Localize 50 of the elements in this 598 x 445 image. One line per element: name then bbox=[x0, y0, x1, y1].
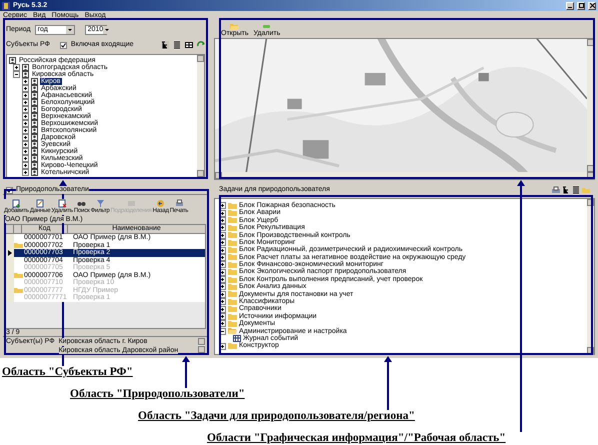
callout-label: Области "Графическая информация"/"Рабочая область" bbox=[207, 432, 506, 444]
caret-icon bbox=[66, 26, 74, 34]
table-icon bbox=[233, 335, 241, 342]
add-document-icon bbox=[12, 198, 21, 208]
expand-icon[interactable] bbox=[22, 85, 29, 92]
collapse-icon[interactable] bbox=[13, 71, 20, 78]
expand-icon[interactable] bbox=[22, 148, 29, 155]
refresh-icon[interactable] bbox=[197, 41, 205, 49]
list-icon[interactable] bbox=[572, 186, 580, 194]
back-arrow-icon bbox=[156, 198, 166, 208]
expand-icon[interactable] bbox=[13, 64, 20, 71]
expand-icon[interactable] bbox=[22, 78, 29, 85]
printer-icon bbox=[174, 198, 184, 208]
tree-icon[interactable] bbox=[161, 41, 169, 49]
row-pointer-icon bbox=[8, 250, 12, 256]
check-icon bbox=[7, 188, 12, 192]
funnel-icon bbox=[96, 198, 105, 208]
edit-document-icon bbox=[36, 198, 45, 208]
expand-icon[interactable] bbox=[22, 99, 29, 106]
check-icon bbox=[60, 42, 66, 48]
expand-icon[interactable] bbox=[22, 92, 29, 99]
grid-icon[interactable] bbox=[185, 41, 193, 49]
checkbox[interactable] bbox=[60, 42, 67, 48]
close-button[interactable] bbox=[588, 2, 596, 10]
scrollbar[interactable] bbox=[197, 55, 204, 177]
minimize-button[interactable] bbox=[566, 2, 574, 10]
expand-icon[interactable] bbox=[22, 113, 29, 120]
printer-icon[interactable] bbox=[552, 186, 560, 194]
callout-arrow bbox=[182, 356, 190, 388]
delete-document-icon bbox=[58, 198, 67, 208]
app-icon bbox=[2, 2, 10, 10]
expand-icon[interactable] bbox=[22, 127, 29, 134]
callout-label: Область "Субъекты РФ" bbox=[2, 366, 133, 378]
maximize-button[interactable] bbox=[577, 2, 585, 10]
expand-icon[interactable] bbox=[22, 120, 29, 127]
expand-icon[interactable] bbox=[22, 141, 29, 148]
callout-arrow bbox=[384, 356, 392, 410]
tree-icon[interactable] bbox=[562, 186, 570, 194]
callout-label: Область "Задачи для природопользователя/региона" bbox=[138, 410, 415, 422]
close-icon bbox=[590, 3, 594, 8]
expand-icon[interactable] bbox=[22, 169, 29, 176]
scrollbar[interactable] bbox=[198, 338, 205, 353]
expand-icon[interactable] bbox=[22, 155, 29, 162]
list-icon[interactable] bbox=[173, 41, 181, 49]
expand-icon[interactable] bbox=[22, 106, 29, 113]
callout-label: Область "Природопользователи" bbox=[70, 388, 245, 400]
maximize-icon bbox=[578, 3, 584, 8]
expand-icon[interactable] bbox=[22, 134, 29, 141]
person-icon bbox=[9, 57, 16, 64]
expand-icon[interactable] bbox=[22, 162, 29, 169]
